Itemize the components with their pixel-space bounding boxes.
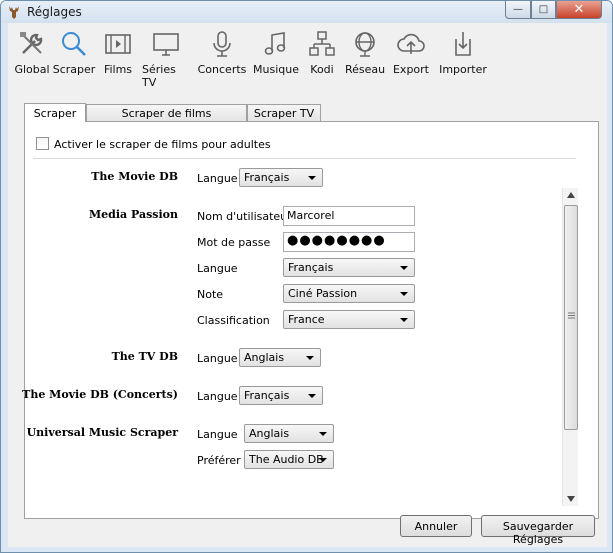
divider	[33, 158, 576, 159]
media-passion-title: Media Passion	[88, 208, 178, 221]
toolbar-scraper[interactable]: Scraper	[53, 29, 95, 76]
chevron-down-icon	[308, 394, 316, 398]
cancel-button[interactable]: Annuler	[400, 515, 472, 537]
tvdb-langue-label: Langue	[197, 352, 238, 365]
tab-scraper-tv[interactable]: Scraper TV	[247, 104, 321, 122]
toolbar-label: Musique	[253, 63, 299, 76]
chevron-down-icon	[308, 176, 316, 180]
kodi-network-icon	[309, 31, 335, 56]
toolbar-label: Kodi	[310, 63, 334, 76]
toolbar-kodi[interactable]: Kodi	[307, 29, 337, 76]
mp-langue-select[interactable]: Français	[283, 258, 415, 277]
panel-vertical-scrollbar[interactable]	[562, 188, 578, 506]
chevron-down-icon	[400, 318, 408, 322]
mp-username-field[interactable]: Marcorel	[283, 206, 415, 226]
chevron-down-icon	[400, 266, 408, 270]
mp-note-select[interactable]: Ciné Passion	[283, 284, 415, 303]
tvdb-langue-select[interactable]: Anglais	[239, 348, 321, 367]
film-icon	[105, 34, 131, 54]
scrollbar-thumb[interactable]	[564, 205, 578, 430]
adult-scraper-label: Activer le scraper de films pour adultes	[54, 138, 271, 151]
ums-pref-label: Préférer	[197, 454, 241, 467]
moose-app-icon	[9, 6, 19, 19]
music-note-icon	[264, 32, 286, 55]
toolbar-musique[interactable]: Musique	[253, 29, 299, 76]
tmdb-langue-label: Langue	[197, 172, 238, 185]
toolbar-importer[interactable]: Importer	[438, 29, 488, 76]
adult-scraper-checkbox[interactable]	[36, 137, 49, 150]
grip-icon	[568, 312, 575, 319]
minimize-icon: —	[513, 4, 523, 15]
tmdb-concerts-langue-value: Français	[244, 389, 290, 402]
tmdb-langue-value: Français	[244, 171, 290, 184]
mp-user-label: Nom d'utilisateur	[197, 210, 292, 223]
toolbar-label: Importer	[439, 63, 487, 76]
tab-scraper[interactable]: Scraper	[24, 103, 86, 122]
search-icon	[62, 32, 86, 56]
toolbar-label: Concerts	[197, 63, 247, 76]
tv-icon	[153, 33, 179, 56]
tmdb-concerts-langue-select[interactable]: Français	[239, 386, 323, 405]
microphone-icon	[213, 31, 231, 57]
mp-classification-select[interactable]: France	[283, 310, 415, 329]
settings-toolbar: Global Scraper Films Séries TV Concerts …	[8, 29, 607, 89]
mp-class-label: Classification	[197, 314, 270, 327]
mp-class-value: France	[288, 313, 325, 326]
chevron-down-icon	[319, 458, 327, 462]
settings-window: Réglages — □ ✕ Global Scraper Films Séri…	[0, 0, 613, 553]
settings-client-area: Global Scraper Films Séries TV Concerts …	[8, 23, 607, 547]
ums-langue-value: Anglais	[249, 427, 290, 440]
scroll-down-arrow-icon[interactable]	[567, 496, 575, 502]
import-icon	[455, 32, 471, 56]
network-icon	[355, 32, 375, 57]
mp-password-field[interactable]: ●●●●●●●●	[283, 232, 415, 252]
save-settings-button[interactable]: Sauvegarder Réglages	[481, 515, 595, 546]
tools-icon	[20, 32, 43, 54]
close-icon: ✕	[573, 2, 585, 17]
toolbar-series-tv[interactable]: Séries TV	[142, 29, 190, 89]
minimize-button[interactable]: —	[505, 1, 531, 19]
tmdb-langue-select[interactable]: Français	[239, 168, 323, 187]
chevron-down-icon	[306, 356, 314, 360]
ums-langue-select[interactable]: Anglais	[244, 424, 334, 443]
toolbar-reseau[interactable]: Réseau	[345, 29, 385, 76]
tvdb-langue-value: Anglais	[244, 351, 285, 364]
toolbar-label: Séries TV	[142, 63, 176, 89]
toolbar-export[interactable]: Export	[392, 29, 430, 76]
toolbar-label: Global	[14, 63, 50, 76]
toolbar-films[interactable]: Films	[103, 29, 133, 76]
mp-pass-label: Mot de passe	[197, 236, 271, 249]
toolbar-label: Scraper	[52, 63, 96, 76]
scroll-up-arrow-icon[interactable]	[567, 192, 575, 198]
toolbar-label: Réseau	[344, 63, 386, 76]
toolbar-concerts[interactable]: Concerts	[197, 29, 247, 76]
ums-langue-label: Langue	[197, 428, 238, 441]
mp-note-label: Note	[197, 288, 224, 301]
chevron-down-icon	[400, 292, 408, 296]
mp-note-value: Ciné Passion	[288, 287, 358, 300]
toolbar-global[interactable]: Global	[12, 29, 52, 76]
tab-scraper-films-personnalise[interactable]: Scraper de films personnalisé	[86, 104, 247, 133]
ums-pref-value: The Audio DB	[249, 453, 324, 466]
mp-langue-value: Français	[288, 261, 334, 274]
ums-prefer-select[interactable]: The Audio DB	[244, 450, 334, 469]
cloud-upload-icon	[397, 33, 425, 54]
toolbar-label: Export	[392, 63, 429, 76]
maximize-icon: □	[538, 4, 549, 15]
ums-title: Universal Music Scraper	[26, 426, 178, 439]
tvdb-title: The TV DB	[111, 350, 178, 363]
tmdb-concerts-langue-label: Langue	[197, 390, 238, 403]
maximize-button[interactable]: □	[531, 1, 556, 19]
window-title: Réglages	[27, 5, 82, 19]
title-bar: Réglages — □ ✕	[1, 1, 612, 23]
tmdb-concerts-title: The Movie DB (Concerts)	[22, 388, 178, 401]
toolbar-label: Films	[103, 63, 133, 76]
scraper-panel: Activer le scraper de films pour adultes…	[22, 121, 599, 519]
close-button[interactable]: ✕	[556, 1, 602, 19]
mp-langue-label: Langue	[197, 262, 238, 275]
tmdb-title: The Movie DB	[91, 170, 178, 183]
chevron-down-icon	[319, 432, 327, 436]
